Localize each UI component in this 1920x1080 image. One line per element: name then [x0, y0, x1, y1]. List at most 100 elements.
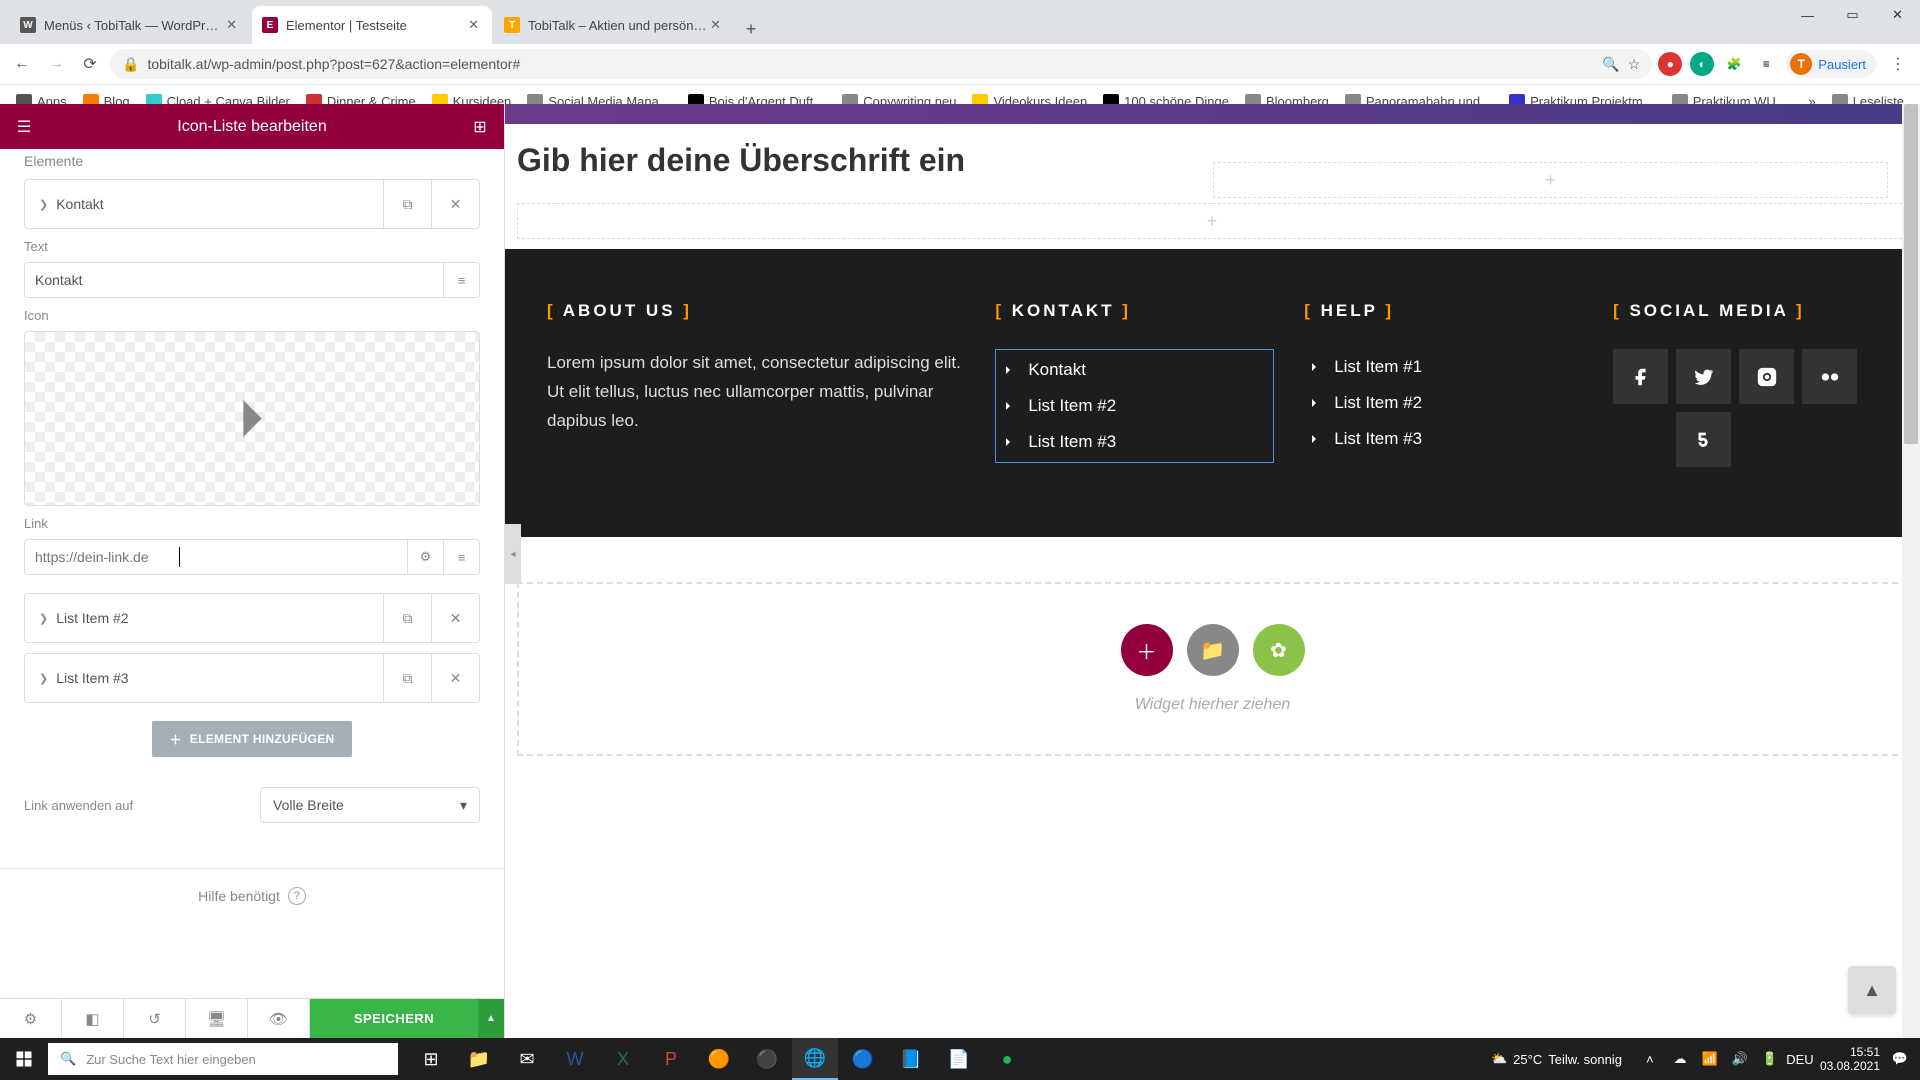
- window-minimize[interactable]: ―: [1785, 0, 1830, 30]
- text-input[interactable]: [24, 262, 444, 298]
- settings-icon[interactable]: ⚙: [0, 999, 62, 1038]
- icon-list-widget[interactable]: List Item #1 List Item #2 List Item #3: [1304, 349, 1583, 457]
- scroll-to-top-button[interactable]: ▲: [1848, 966, 1896, 1014]
- list-item[interactable]: List Item #1: [1304, 349, 1583, 385]
- list-item[interactable]: List Item #3: [1304, 421, 1583, 457]
- weather-widget[interactable]: ⛅ 25°C Teilw. sonnig: [1491, 1051, 1622, 1067]
- reload-button[interactable]: ⟳: [76, 50, 104, 78]
- zoom-icon[interactable]: 🔍: [1602, 56, 1619, 73]
- close-icon[interactable]: ✕: [223, 17, 240, 33]
- close-icon[interactable]: ✕: [431, 594, 479, 642]
- forward-button[interactable]: →: [42, 50, 70, 78]
- chrome-icon[interactable]: 🌐: [792, 1038, 838, 1080]
- add-section-placeholder[interactable]: +: [517, 203, 1907, 239]
- back-button[interactable]: ←: [8, 50, 36, 78]
- mail-icon[interactable]: ✉: [504, 1038, 550, 1080]
- close-icon[interactable]: ✕: [465, 17, 482, 33]
- template-folder-button[interactable]: 📁: [1187, 624, 1239, 676]
- dynamic-value-icon[interactable]: ≡: [444, 539, 480, 575]
- footer-heading[interactable]: [ ABOUT US ]: [547, 301, 965, 321]
- history-icon[interactable]: ↺: [124, 999, 186, 1038]
- add-column-placeholder[interactable]: +: [1213, 162, 1888, 198]
- battery-icon[interactable]: 🔋: [1760, 1051, 1780, 1067]
- start-button[interactable]: [0, 1038, 48, 1080]
- social-icons-widget[interactable]: [1613, 349, 1878, 467]
- menu-button[interactable]: ⋮: [1884, 50, 1912, 78]
- browser-tab[interactable]: T TobiTalk – Aktien und persönlich… ✕: [494, 6, 734, 44]
- close-icon[interactable]: ✕: [431, 654, 479, 702]
- app-icon[interactable]: 📄: [936, 1038, 982, 1080]
- save-button[interactable]: SPEICHERN: [310, 999, 478, 1038]
- taskbar-search[interactable]: 🔍 Zur Suche Text hier eingeben: [48, 1043, 398, 1075]
- preview-icon[interactable]: 👁: [248, 999, 310, 1038]
- extension-icon[interactable]: 🧩: [1722, 52, 1746, 76]
- dynamic-value-icon[interactable]: ≡: [444, 262, 480, 298]
- link-apply-select[interactable]: Volle Breite ▾: [260, 787, 480, 823]
- icon-list-widget-selected[interactable]: Kontakt List Item #2 List Item #3: [995, 349, 1274, 463]
- close-icon[interactable]: ✕: [431, 180, 479, 228]
- close-icon[interactable]: ✕: [707, 17, 724, 33]
- list-item[interactable]: List Item #2: [1304, 385, 1583, 421]
- footer-text[interactable]: Lorem ipsum dolor sit amet, consectetur …: [547, 349, 965, 436]
- add-element-button[interactable]: ＋ ELEMENT HINZUFÜGEN: [152, 721, 352, 757]
- extension-icon[interactable]: ◐: [1690, 52, 1714, 76]
- add-section-button[interactable]: ＋: [1121, 624, 1173, 676]
- fivehundredpx-icon[interactable]: [1676, 412, 1731, 467]
- facebook-icon[interactable]: [1613, 349, 1668, 404]
- obs-icon[interactable]: ⚫: [744, 1038, 790, 1080]
- browser-tab[interactable]: W Menüs ‹ TobiTalk — WordPress ✕: [10, 6, 250, 44]
- app-icon[interactable]: 📘: [888, 1038, 934, 1080]
- flickr-icon[interactable]: [1802, 349, 1857, 404]
- save-options-button[interactable]: ▲: [478, 999, 504, 1038]
- duplicate-icon[interactable]: ⧉: [383, 180, 431, 228]
- powerpoint-icon[interactable]: P: [648, 1038, 694, 1080]
- repeater-toggle[interactable]: ❯Kontakt: [25, 182, 383, 226]
- system-clock[interactable]: 15:51 03.08.2021: [1820, 1045, 1880, 1074]
- collapse-panel-button[interactable]: ◂: [505, 524, 521, 584]
- footer-heading[interactable]: [ KONTAKT ]: [995, 301, 1274, 321]
- app-icon[interactable]: 🟠: [696, 1038, 742, 1080]
- notifications-icon[interactable]: 💬: [1890, 1051, 1910, 1067]
- repeater-toggle[interactable]: ❯List Item #2: [25, 596, 383, 640]
- file-explorer-icon[interactable]: 📁: [456, 1038, 502, 1080]
- spotify-icon[interactable]: ●: [984, 1038, 1030, 1080]
- extension-icon[interactable]: ≡: [1754, 52, 1778, 76]
- tray-expand-icon[interactable]: ˄: [1640, 1052, 1660, 1067]
- word-icon[interactable]: W: [552, 1038, 598, 1080]
- footer-heading[interactable]: [ HELP ]: [1304, 301, 1583, 321]
- browser-tab-active[interactable]: E Elementor | Testseite ✕: [252, 6, 492, 44]
- widgets-grid-icon[interactable]: ⊞: [468, 115, 492, 139]
- help-link[interactable]: Hilfe benötigt ?: [0, 868, 504, 919]
- profile-chip[interactable]: T Pausiert: [1786, 50, 1876, 78]
- icon-picker[interactable]: [24, 331, 480, 506]
- list-item[interactable]: List Item #2: [998, 388, 1271, 424]
- new-tab-button[interactable]: +: [736, 14, 766, 44]
- bookmark-star-icon[interactable]: ☆: [1628, 56, 1641, 73]
- volume-icon[interactable]: 🔊: [1730, 1051, 1750, 1067]
- instagram-icon[interactable]: [1739, 349, 1794, 404]
- duplicate-icon[interactable]: ⧉: [383, 654, 431, 702]
- window-maximize[interactable]: ▭: [1830, 0, 1875, 30]
- template-icon[interactable]: ✿: [1253, 624, 1305, 676]
- drop-zone-section[interactable]: ＋ 📁 ✿ Widget hierher ziehen: [517, 582, 1908, 756]
- footer-heading[interactable]: [ SOCIAL MEDIA ]: [1613, 301, 1878, 321]
- menu-icon[interactable]: ☰: [12, 115, 36, 139]
- scrollbar[interactable]: [1902, 104, 1920, 1038]
- list-item[interactable]: List Item #3: [998, 424, 1271, 460]
- language-indicator[interactable]: DEU: [1790, 1052, 1810, 1067]
- duplicate-icon[interactable]: ⧉: [383, 594, 431, 642]
- twitter-icon[interactable]: [1676, 349, 1731, 404]
- link-settings-icon[interactable]: ⚙: [408, 539, 444, 575]
- edge-icon[interactable]: 🔵: [840, 1038, 886, 1080]
- address-bar[interactable]: 🔒 tobitalk.at/wp-admin/post.php?post=627…: [110, 49, 1652, 79]
- onedrive-icon[interactable]: ☁: [1670, 1051, 1690, 1067]
- repeater-toggle[interactable]: ❯List Item #3: [25, 656, 383, 700]
- window-close[interactable]: ✕: [1875, 0, 1920, 30]
- extension-icon[interactable]: ●: [1658, 52, 1682, 76]
- task-view-icon[interactable]: ⊞: [408, 1038, 454, 1080]
- wifi-icon[interactable]: 📶: [1700, 1051, 1720, 1067]
- excel-icon[interactable]: X: [600, 1038, 646, 1080]
- responsive-icon[interactable]: 🖥: [186, 999, 248, 1038]
- list-item[interactable]: Kontakt: [998, 352, 1271, 388]
- navigator-icon[interactable]: ◧: [62, 999, 124, 1038]
